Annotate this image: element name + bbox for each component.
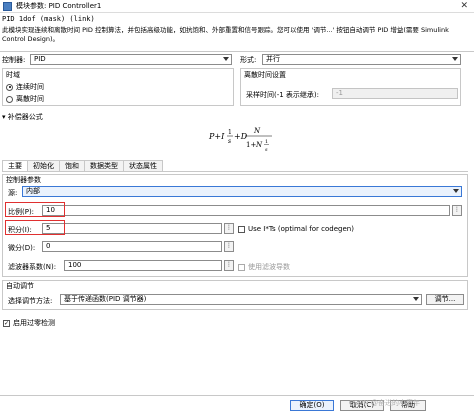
i-more-icon[interactable]: ⋮ [224,223,234,234]
radio-unselected-icon [6,95,13,103]
use-its-checkbox[interactable]: Use I*Ts (optimal for codegen) [238,225,354,233]
source-select[interactable]: 内部 [22,186,462,197]
form-select[interactable]: 并行 [262,54,461,65]
compensator-toggle[interactable]: ▾ 补偿器公式 [2,112,43,122]
controller-value: PID [34,55,46,63]
checkbox-checked-icon: ✓ [3,319,10,327]
p-more-icon[interactable]: ⋮ [452,205,462,216]
d-more-icon[interactable]: ⋮ [224,241,234,252]
radio-label: 离散时间 [16,95,44,103]
highlight-p [5,202,65,217]
checkbox-label: Use I*Ts (optimal for codegen) [248,225,354,233]
source-value: 内部 [26,187,40,195]
svg-text:+D: +D [234,132,248,141]
tune-method-label: 选择调节方法: [8,297,53,305]
controller-params-label: 控制器参数 [6,176,41,184]
close-icon[interactable]: ✕ [460,1,468,11]
source-label: 源: [8,189,18,197]
chevron-down-icon [223,57,229,61]
svg-text:1+: 1+ [246,141,256,149]
svg-text:s: s [265,147,268,153]
svg-text:P+I: P+I [208,132,225,141]
d-input[interactable]: 0 [42,241,222,252]
controller-label: 控制器: [2,56,26,64]
tab-saturation[interactable]: 饱和 [59,160,85,171]
checkbox-label: 启用过零检测 [13,319,55,327]
chevron-down-icon [452,57,458,61]
tab-bar: 主要 初始化 饱和 数据类型 状态属性 [2,160,163,171]
n-label: 滤波器系数(N): [8,263,57,271]
time-domain-label: 时域 [6,71,20,79]
svg-text:N: N [255,141,263,149]
svg-text:1: 1 [228,129,232,136]
i-input[interactable]: 5 [42,223,222,234]
n-input[interactable]: 100 [64,260,222,271]
radio-continuous[interactable]: 连续时间 [6,82,44,92]
svg-text:s: s [228,138,231,145]
sample-time-label: 采样时间(-1 表示继承): [246,91,320,99]
tune-method-select[interactable]: 基于传递函数(PID 调节器) [60,294,422,305]
footer-divider [0,395,474,396]
radio-selected-icon [6,83,13,91]
d-label: 微分(D): [8,244,36,252]
svg-text:N: N [253,127,261,135]
radio-label: 连续时间 [16,83,44,91]
zero-crossing-checkbox[interactable]: ✓ 启用过零检测 [3,318,55,328]
checkbox-unchecked-icon [238,263,245,271]
sample-time-input[interactable]: -1 [332,88,458,99]
pid-formula: P+I 1 s +D N 1+ N 1 s [208,127,272,153]
tab-divider [2,171,468,172]
title-bar: 模块参数: PID Controller1 ✕ [0,0,474,13]
divider [0,51,474,52]
autotune-label: 自动调节 [6,282,34,290]
checkbox-label: 使用滤波导数 [248,263,290,271]
tune-method-value: 基于传递函数(PID 调节器) [64,295,147,303]
filter-derivative-checkbox[interactable]: 使用滤波导数 [238,262,290,272]
n-more-icon[interactable]: ⋮ [224,260,234,271]
highlight-i [5,220,65,235]
checkbox-unchecked-icon [238,225,245,233]
chevron-down-icon [453,189,459,193]
tab-main[interactable]: 主要 [2,160,28,171]
tune-button[interactable]: 调节... [426,294,464,305]
p-input[interactable]: 10 [42,205,450,216]
app-icon [3,1,12,11]
svg-text:1: 1 [265,139,268,145]
tab-state-attributes[interactable]: 状态属性 [123,160,163,171]
tab-data-types[interactable]: 数据类型 [84,160,124,171]
discrete-settings-label: 离散时间设置 [244,71,286,79]
window-title: 模块参数: PID Controller1 [16,2,102,10]
block-description: 此模块实现连续和离散时间 PID 控制算法，并包括高级功能，如抗饱和、外部重置和… [2,26,449,43]
form-label: 形式: [240,56,257,64]
ok-button[interactable]: 确定(O) [290,400,334,411]
radio-discrete[interactable]: 离散时间 [6,94,44,104]
watermark: CSDN @奋进的小青年 [348,399,420,407]
chevron-down-icon [413,297,419,301]
block-type-line: PID 1dof (mask) (link) [2,15,95,23]
controller-select[interactable]: PID [30,54,232,65]
tab-initialization[interactable]: 初始化 [27,160,60,171]
form-value: 并行 [266,55,280,63]
